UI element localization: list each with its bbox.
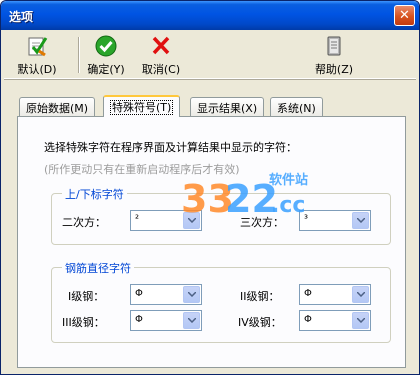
tab-display-results[interactable]: 显示结果(X) xyxy=(190,97,265,116)
grade4-select[interactable]: Φ xyxy=(299,310,371,331)
tab-special-symbols-label: 特殊符号(T) xyxy=(110,100,174,115)
tab-system-label: 系统(N) xyxy=(277,102,316,115)
toolbar: 默认(D) 确定(Y) 取消(C) 帮助(Z) xyxy=(4,31,416,79)
tab-raw-data[interactable]: 原始数据(M) xyxy=(19,97,96,116)
help-label: 帮助(Z) xyxy=(314,63,354,76)
tab-raw-data-label: 原始数据(M) xyxy=(26,102,89,115)
svg-text:软件站: 软件站 xyxy=(269,172,308,188)
site-watermark-logo: 33 22 .cc 软件站 xyxy=(181,172,308,221)
close-button[interactable]: ✕ xyxy=(394,5,415,26)
square-label: 二次方： xyxy=(62,216,106,229)
default-icon xyxy=(28,37,48,57)
window-title: 选项 xyxy=(9,10,34,24)
ok-button[interactable]: 确定(Y) xyxy=(80,33,132,77)
options-dialog: 选项 ✕ 默认(D) 确定(Y) 取消(C) 帮助(Z) 原始数据(M) 特殊符… xyxy=(0,0,420,375)
superscript-group-title: 上/下标字符 xyxy=(62,186,127,202)
grade1-select-value: Φ xyxy=(135,288,143,299)
svg-text:.cc: .cc xyxy=(271,193,305,218)
grade2-dropdown-button[interactable] xyxy=(352,286,369,303)
help-button[interactable]: 帮助(Z) xyxy=(306,33,362,77)
default-label: 默认(D) xyxy=(17,63,57,76)
default-button[interactable]: 默认(D) xyxy=(8,33,66,77)
grade3-select[interactable]: Φ xyxy=(130,310,202,331)
panel-description: 选择特殊字符在程序界面及计算结果中显示的字符： xyxy=(44,141,297,154)
cube-dropdown-button[interactable] xyxy=(352,212,369,229)
grade4-select-value: Φ xyxy=(304,314,312,325)
cross-icon xyxy=(152,36,170,55)
rebar-group-title: 钢筋直径字符 xyxy=(62,260,134,276)
tab-display-results-label: 显示结果(X) xyxy=(197,102,258,115)
grade1-select[interactable]: Φ xyxy=(130,284,202,305)
checkmark-icon xyxy=(95,35,117,57)
grade2-select-value: Φ xyxy=(304,288,312,299)
grade3-select-value: Φ xyxy=(135,314,143,325)
chevron-down-icon xyxy=(357,318,365,323)
chevron-down-icon xyxy=(188,292,196,297)
help-book-icon xyxy=(327,36,341,56)
grade1-dropdown-button[interactable] xyxy=(183,286,200,303)
cancel-button[interactable]: 取消(C) xyxy=(134,33,188,77)
chevron-down-icon xyxy=(357,218,365,223)
ok-label: 确定(Y) xyxy=(87,63,125,76)
grade4-label: IV级钢： xyxy=(238,316,282,329)
grade2-label: II级钢： xyxy=(240,290,280,303)
chevron-down-icon xyxy=(357,292,365,297)
grade2-select[interactable]: Φ xyxy=(299,284,371,305)
chevron-down-icon xyxy=(188,318,196,323)
tab-system[interactable]: 系统(N) xyxy=(270,97,323,116)
grade4-dropdown-button[interactable] xyxy=(352,312,369,329)
title-bar[interactable]: 选项 ✕ xyxy=(1,1,419,30)
rebar-diameter-group: 钢筋直径字符 I级钢： Φ II级钢： Φ III级钢： Φ IV级钢： Φ xyxy=(51,260,391,343)
special-symbols-panel: 选择特殊字符在程序界面及计算结果中显示的字符： (所作更动只有在重新启动程序后才… xyxy=(17,116,406,368)
cancel-label: 取消(C) xyxy=(141,63,181,76)
square-select-value: ² xyxy=(135,214,140,225)
grade3-label: III级钢： xyxy=(62,316,105,329)
grade3-dropdown-button[interactable] xyxy=(183,312,200,329)
tab-special-symbols[interactable]: 特殊符号(T) xyxy=(103,95,181,117)
grade1-label: I级钢： xyxy=(68,290,105,303)
close-icon: ✕ xyxy=(399,8,410,23)
